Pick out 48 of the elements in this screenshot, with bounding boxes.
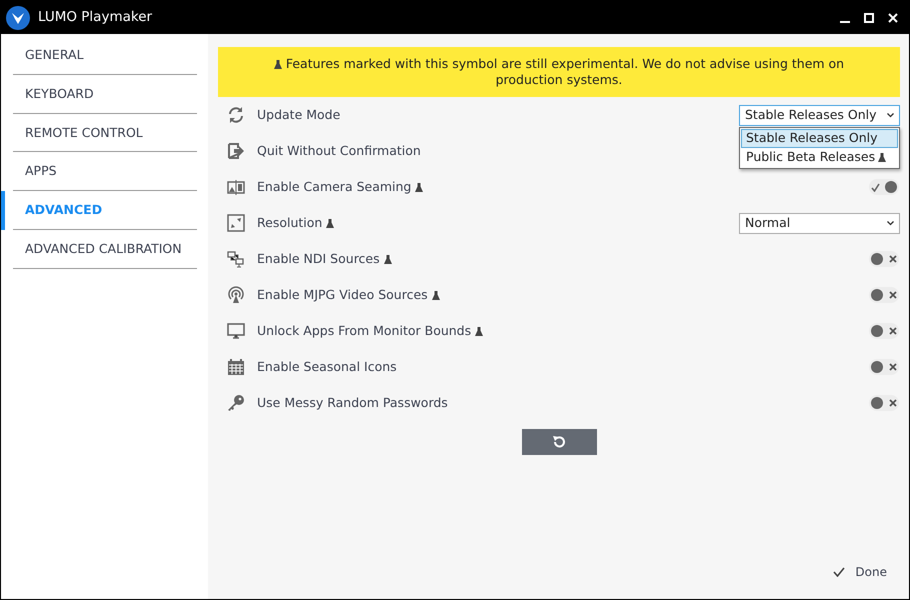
close-icon [888,12,898,22]
setting-label: Enable Camera Seaming [257,178,424,196]
app-logo-icon [6,6,30,30]
setting-label: Enable NDI Sources [257,250,392,268]
dropdown-option[interactable]: Stable Releases Only [741,128,898,148]
calendar-icon [227,358,245,376]
setting-label: Unlock Apps From Monitor Bounds [257,322,484,340]
caret-icon [887,112,894,118]
maximize-button[interactable] [861,12,877,22]
banner-text: Features marked with this symbol are still experimental. We do not advise using them on production systems. [274,56,844,87]
toggle-switch[interactable] [869,323,899,339]
x-icon [889,291,897,299]
exit-icon [227,142,245,160]
network-icon [227,250,245,268]
setting-label: Use Messy Random Passwords [257,394,448,412]
setting-label: Update Mode [257,106,340,124]
minimize-icon [840,20,850,22]
toggle-switch[interactable] [869,179,899,195]
setting-label: Resolution [257,214,334,232]
dropdown-select[interactable]: Normal [739,212,900,234]
caret-icon [887,220,894,226]
toggle-switch[interactable] [869,287,899,303]
maximize-icon [864,12,874,22]
toggle-switch[interactable] [869,251,899,267]
check-icon [833,567,846,577]
setting-label: Enable Seasonal Icons [257,358,397,376]
key-icon [227,394,245,412]
x-icon [889,255,897,263]
reset-icon [552,435,566,449]
flask-icon [274,60,282,70]
x-icon [889,363,897,371]
monitor-icon [227,322,245,340]
x-icon [889,399,897,407]
refresh-icon [227,106,245,124]
setting-label: Enable MJPG Video Sources [257,286,440,304]
toggle-switch[interactable] [869,359,899,375]
split-image-icon [227,178,245,196]
expand-icon [227,214,245,232]
setting-label: Quit Without Confirmation [257,142,421,160]
reset-button[interactable] [522,429,596,455]
x-icon [889,327,897,335]
toggle-switch[interactable] [869,395,899,411]
dropdown-option[interactable]: Public Beta Releases [741,148,898,166]
dropdown-select[interactable]: Stable Releases Only [739,104,900,126]
broadcast-icon [227,286,245,304]
check-icon [871,182,880,192]
done-button[interactable]: Done [833,563,887,581]
window-title: LUMO Playmaker [38,8,152,28]
